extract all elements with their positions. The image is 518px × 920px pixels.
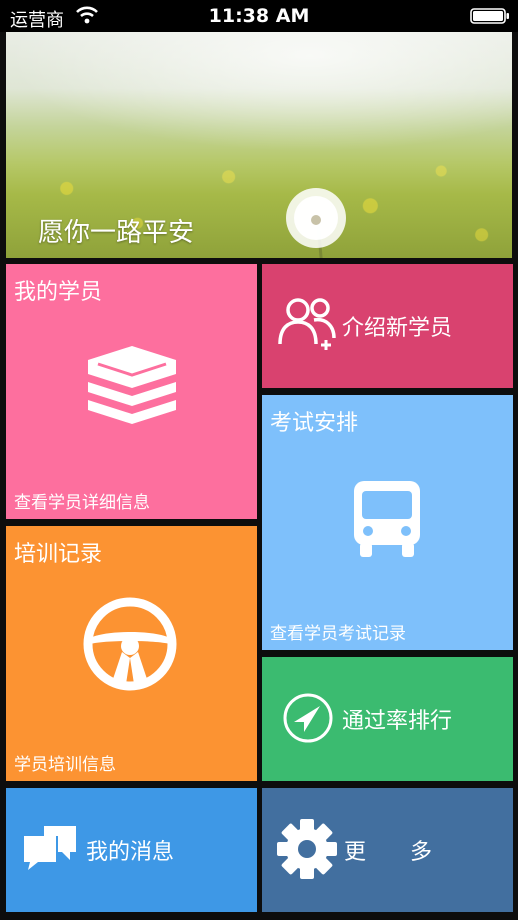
navigation-arrow-icon xyxy=(283,693,333,743)
tile-pass-rate-ranking[interactable]: 通过率排行 xyxy=(262,657,513,781)
banner-caption: 愿你一路平安 xyxy=(38,218,195,248)
gear-icon xyxy=(277,819,337,879)
tile-label: 更 多 xyxy=(344,840,433,865)
battery-icon xyxy=(470,8,509,24)
books-icon xyxy=(88,346,176,424)
carousel-pager[interactable] xyxy=(444,256,507,258)
chat-bubbles-icon xyxy=(24,826,76,870)
tile-title: 我的学员 xyxy=(14,280,103,305)
tile-label: 通过率排行 xyxy=(342,709,453,734)
tile-subtitle: 学员培训信息 xyxy=(14,755,116,775)
tile-subtitle: 查看学员详细信息 xyxy=(14,493,150,513)
tile-label: 我的消息 xyxy=(86,840,175,865)
clock: 11:38 AM xyxy=(208,5,310,27)
tile-more[interactable]: 更 多 xyxy=(262,788,513,912)
add-users-icon xyxy=(278,298,336,350)
tile-subtitle: 查看学员考试记录 xyxy=(270,624,406,644)
bus-icon xyxy=(354,481,420,557)
tile-label: 介绍新学员 xyxy=(342,316,453,341)
banner-carousel[interactable]: 愿你一路平安 xyxy=(6,32,512,258)
tile-title: 培训记录 xyxy=(14,542,103,567)
tile-title: 考试安排 xyxy=(270,411,359,436)
tile-training-records[interactable]: 培训记录 学员培训信息 xyxy=(6,526,257,781)
tile-my-messages[interactable]: 我的消息 xyxy=(6,788,257,912)
tile-my-students[interactable]: 我的学员 查看学员详细信息 xyxy=(6,264,257,519)
status-bar: 运营商 11:38 AM xyxy=(0,0,518,32)
tile-introduce-student[interactable]: 介绍新学员 xyxy=(262,264,513,388)
tile-exam-schedule[interactable]: 考试安排 查看学员考试记录 xyxy=(262,395,513,650)
steering-wheel-icon xyxy=(83,597,177,691)
dandelion-image xyxy=(286,188,346,258)
